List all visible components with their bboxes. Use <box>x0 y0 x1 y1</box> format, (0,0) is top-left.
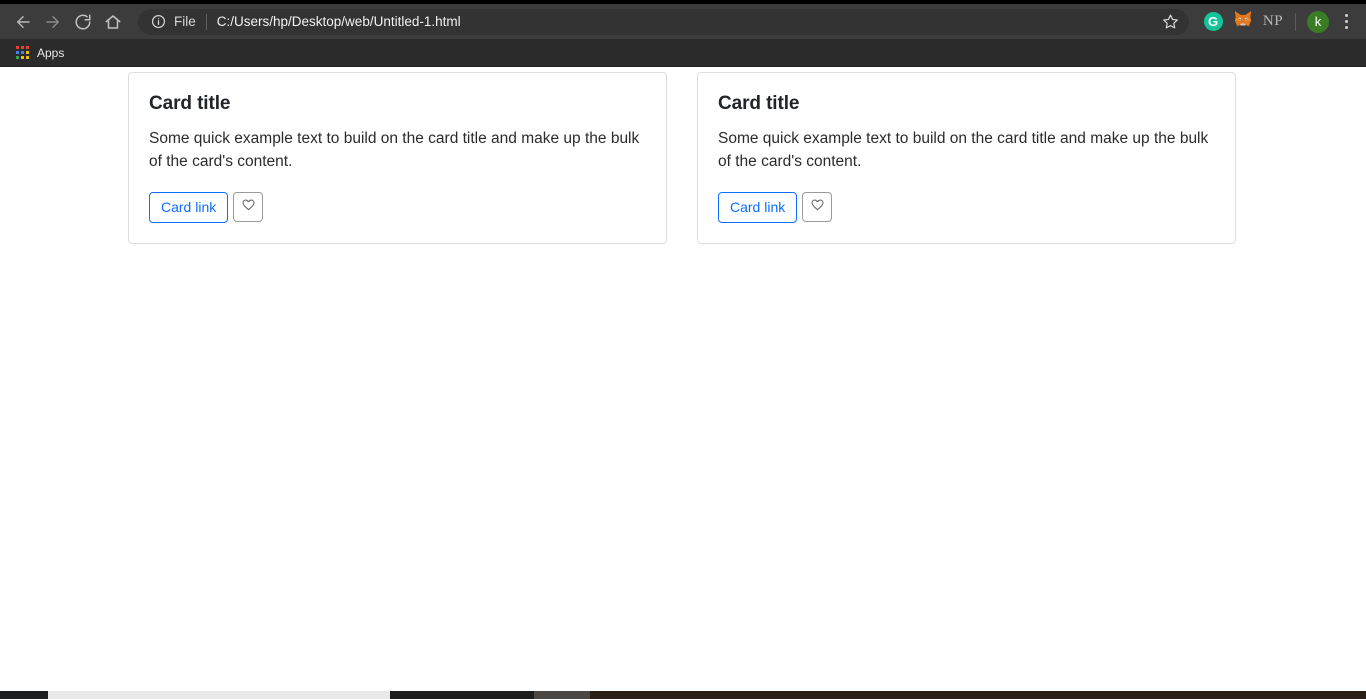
card-text: Some quick example text to build on the … <box>718 130 1209 171</box>
card-actions: Card link <box>718 191 1215 224</box>
card-actions: Card link <box>149 191 646 224</box>
menu-dot <box>1344 14 1348 17</box>
back-button[interactable] <box>8 7 38 37</box>
arrow-right-icon <box>44 13 62 31</box>
browser-window: File C:/Users/hp/Desktop/web/Untitled-1.… <box>0 0 1366 699</box>
taskbar-segment-start[interactable] <box>0 691 48 699</box>
address-bar[interactable]: File C:/Users/hp/Desktop/web/Untitled-1.… <box>138 8 1189 35</box>
bookmark-star-icon[interactable] <box>1157 9 1183 35</box>
taskbar-segment-active[interactable] <box>534 691 590 699</box>
grammarly-icon: G <box>1203 12 1223 31</box>
apps-grid-icon <box>16 46 29 59</box>
grammarly-extension-button[interactable]: G <box>1199 8 1227 36</box>
bookmark-item-apps[interactable]: Apps <box>10 43 70 63</box>
home-button[interactable] <box>98 7 128 37</box>
card-link-button[interactable]: Card link <box>718 191 798 224</box>
card-title: Card title <box>718 93 800 114</box>
taskbar-segment-tray[interactable] <box>590 691 1366 699</box>
card-title: Card title <box>149 93 231 114</box>
omnibox-scheme-label: File <box>174 14 196 29</box>
card-row: Card title Some quick example text to bu… <box>0 67 1366 245</box>
card-1: Card title Some quick example text to bu… <box>128 72 667 245</box>
reload-button[interactable] <box>68 7 98 37</box>
taskbar-strip[interactable] <box>0 691 1366 699</box>
browser-toolbar: File C:/Users/hp/Desktop/web/Untitled-1.… <box>0 4 1366 39</box>
heart-icon <box>241 198 256 216</box>
three-dot-menu-icon[interactable] <box>1334 8 1358 36</box>
forward-button[interactable] <box>38 7 68 37</box>
favorite-button[interactable] <box>802 192 833 223</box>
omnibox-divider <box>205 13 207 30</box>
bookmark-label: Apps <box>37 45 65 60</box>
arrow-left-icon <box>14 13 32 31</box>
toolbar-divider <box>1295 12 1296 31</box>
taskbar-segment-scrollbar[interactable] <box>48 691 390 699</box>
taskbar-segment-apps[interactable] <box>390 691 534 699</box>
heart-icon <box>810 198 825 216</box>
card-text: Some quick example text to build on the … <box>149 130 640 171</box>
menu-dot <box>1344 20 1348 23</box>
omnibox-url-text[interactable]: C:/Users/hp/Desktop/web/Untitled-1.html <box>217 14 1157 29</box>
fox-icon <box>1233 10 1253 33</box>
home-icon <box>104 13 122 31</box>
reload-icon <box>74 13 92 31</box>
card-2: Card title Some quick example text to bu… <box>697 72 1236 245</box>
menu-dot <box>1344 26 1348 29</box>
card-link-button[interactable]: Card link <box>149 191 229 224</box>
np-extension-button[interactable]: NP <box>1259 8 1287 36</box>
bookmarks-bar: Apps <box>0 39 1366 67</box>
np-icon: NP <box>1262 13 1284 29</box>
profile-button[interactable]: k <box>1304 8 1332 36</box>
metamask-extension-button[interactable] <box>1229 8 1257 36</box>
info-circle-icon[interactable] <box>150 14 166 30</box>
avatar: k <box>1307 10 1329 33</box>
extension-icons: G NP k <box>1199 8 1358 36</box>
favorite-button[interactable] <box>233 192 264 223</box>
page-viewport: Card title Some quick example text to bu… <box>0 67 1366 691</box>
